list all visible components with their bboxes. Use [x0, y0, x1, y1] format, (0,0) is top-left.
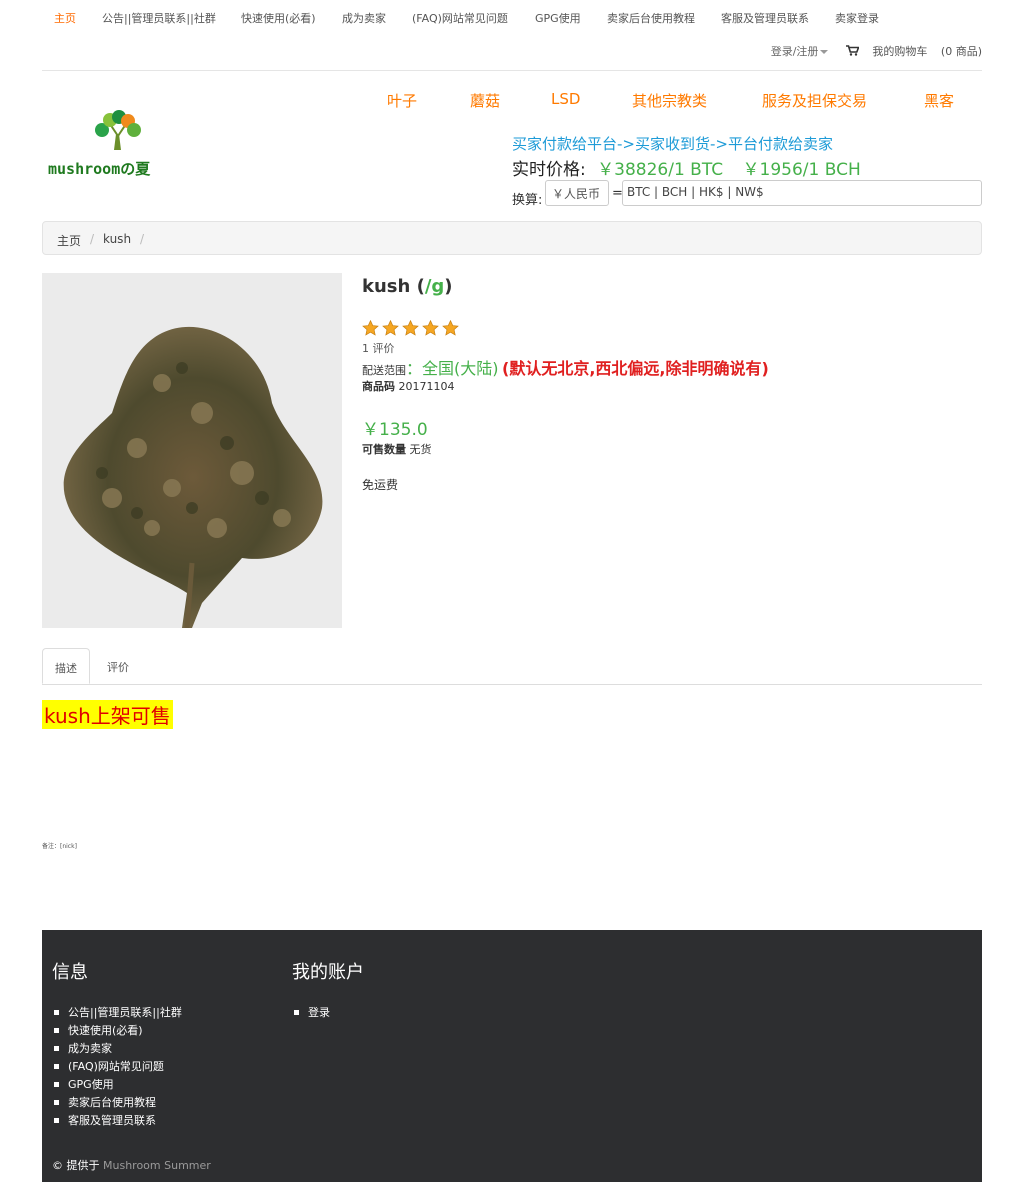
cart-count[interactable]: (0 商品) [941, 45, 982, 58]
sku-label: 商品码 [362, 380, 395, 393]
star-icon [402, 319, 419, 339]
footer-info-title: 信息 [52, 962, 88, 983]
user-bar: 登录/注册 我的购物车 (0 商品) [771, 43, 982, 59]
breadcrumb-current[interactable]: kush [103, 232, 131, 246]
stock-label: 可售数量 [362, 443, 406, 456]
star-icon [442, 319, 459, 339]
sku-value: 20171104 [398, 380, 455, 393]
footer-account-links: 登录 [294, 1007, 330, 1025]
breadcrumb-home[interactable]: 主页 [57, 232, 81, 249]
footer-link-become-seller[interactable]: 成为卖家 [54, 1043, 182, 1061]
main-nav-escrow-services[interactable]: 服务及担保交易 [762, 90, 867, 111]
site-logo[interactable]: mushroomの夏 [48, 108, 188, 180]
login-register-dropdown[interactable]: 登录/注册 [771, 45, 829, 58]
star-icon [382, 319, 399, 339]
breadcrumb-separator: / [90, 232, 95, 246]
top-nav-announcements[interactable]: 公告||管理员联系||社群 [102, 10, 216, 26]
shipping-range: 配送范围：全国(大陆) (默认无北京,西北偏远,除非明确说有) [362, 355, 769, 379]
review-count[interactable]: 1 评价 [362, 340, 395, 356]
main-nav-religious[interactable]: 其他宗教类 [632, 90, 707, 111]
footer: 信息 公告||管理员联系||社群 快速使用(必看) 成为卖家 (FAQ)网站常见… [42, 930, 982, 1182]
product-price: ￥135.0 [362, 420, 428, 440]
top-nav: 主页 公告||管理员联系||社群 快速使用(必看) 成为卖家 (FAQ)网站常见… [42, 0, 982, 34]
crypto-output-input[interactable]: BTC | BCH | HK$ | NW$ [622, 180, 982, 206]
footer-info-links: 公告||管理员联系||社群 快速使用(必看) 成为卖家 (FAQ)网站常见问题 … [54, 1007, 182, 1133]
product-tabs: 描述 评价 [42, 648, 982, 685]
main-nav-leaf[interactable]: 叶子 [387, 90, 417, 111]
main-nav-lsd[interactable]: LSD [551, 90, 580, 108]
footer-link-seller-tutorial[interactable]: 卖家后台使用教程 [54, 1097, 182, 1115]
product-code: 商品码 20171104 [362, 378, 455, 394]
rating-stars [362, 319, 462, 339]
product-image[interactable] [42, 273, 342, 628]
bch-price: ￥1956/1 BCH [742, 160, 861, 180]
footer-link-gpg[interactable]: GPG使用 [54, 1079, 182, 1097]
star-icon [362, 319, 379, 339]
breadcrumb: 主页 / kush / [42, 221, 982, 255]
price-label: 实时价格: [512, 160, 586, 180]
ship-range: ：全国(大陆) [406, 359, 499, 378]
breadcrumb-separator: / [140, 232, 145, 246]
description-headline: kush上架可售 [42, 700, 173, 729]
footer-account-title: 我的账户 [292, 962, 364, 983]
chevron-down-icon [820, 50, 829, 54]
top-nav-home[interactable]: 主页 [54, 10, 76, 26]
cannabis-bud-image [42, 273, 342, 628]
top-nav-support[interactable]: 客服及管理员联系 [721, 10, 809, 26]
logo-text: mushroomの夏 [48, 160, 151, 178]
realtime-price: 实时价格: ￥38826/1 BTC ￥1956/1 BCH [512, 155, 861, 180]
star-icon [422, 319, 439, 339]
ship-note: (默认无北京,西北偏远,除非明确说有) [502, 359, 769, 378]
stock-value: 无货 [409, 443, 432, 456]
description-remark: 备注：[nick] [42, 843, 77, 850]
footer-link-quickstart[interactable]: 快速使用(必看) [54, 1025, 182, 1043]
shopping-cart-icon[interactable] [845, 45, 860, 59]
rmb-input[interactable]: ￥人民币 [545, 180, 609, 206]
top-nav-seller-login[interactable]: 卖家登录 [835, 10, 879, 26]
top-nav-gpg[interactable]: GPG使用 [535, 10, 581, 26]
stock-info: 可售数量 无货 [362, 441, 432, 457]
copyright-prefix: © 提供于 [52, 1159, 100, 1172]
escrow-flow-text: 买家付款给平台->买家收到货->平台付款给卖家 [512, 135, 833, 153]
main-nav-mushroom[interactable]: 蘑菇 [470, 90, 500, 111]
login-register-label: 登录/注册 [770, 45, 819, 58]
top-nav-seller-tutorial[interactable]: 卖家后台使用教程 [607, 10, 695, 26]
cart-link[interactable]: 我的购物车 [872, 45, 927, 58]
tab-reviews[interactable]: 评价 [95, 648, 141, 684]
top-nav-become-seller[interactable]: 成为卖家 [342, 10, 386, 26]
convert-label: 换算: [512, 193, 543, 208]
product-name: kush [362, 276, 411, 297]
top-nav-faq[interactable]: (FAQ)网站常见问题 [412, 10, 508, 26]
mushroom-tree-logo-icon [95, 110, 141, 150]
top-nav-quickstart[interactable]: 快速使用(必看) [241, 10, 316, 26]
copyright: © 提供于 Mushroom Summer [52, 1157, 211, 1173]
ship-label: 配送范围 [362, 364, 406, 377]
btc-price: ￥38826/1 BTC [597, 160, 724, 180]
footer-link-login[interactable]: 登录 [294, 1007, 330, 1025]
footer-link-announcements[interactable]: 公告||管理员联系||社群 [54, 1007, 182, 1025]
footer-link-support[interactable]: 客服及管理员联系 [54, 1115, 182, 1133]
free-shipping: 免运费 [362, 478, 399, 492]
product-unit: /g [424, 276, 445, 297]
main-nav-hacker[interactable]: 黑客 [924, 90, 954, 111]
footer-link-faq[interactable]: (FAQ)网站常见问题 [54, 1061, 182, 1079]
header-divider [42, 70, 982, 71]
product-title: kush (/g) [362, 276, 453, 297]
tab-description[interactable]: 描述 [42, 648, 90, 684]
copyright-brand-link[interactable]: Mushroom Summer [103, 1159, 211, 1172]
